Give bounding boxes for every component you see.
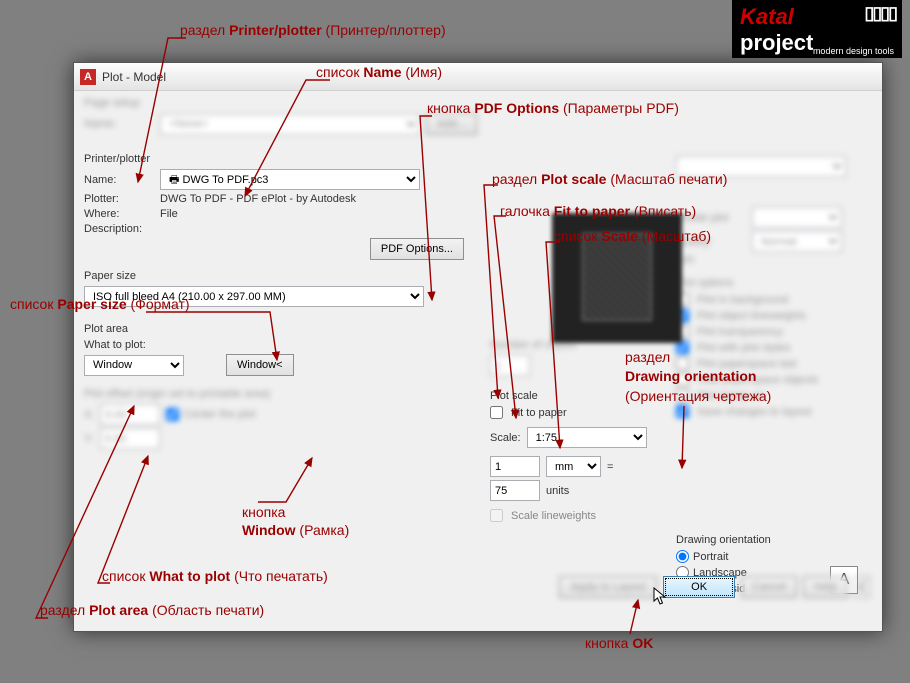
scale-lineweights-checkbox — [490, 509, 503, 522]
anno-name-list: список Name (Имя) — [316, 64, 442, 80]
description-label: Description: — [84, 223, 154, 235]
name-label: Name: — [84, 174, 154, 186]
scale-denominator-input[interactable] — [490, 480, 540, 501]
printer-name-select[interactable]: 🖶 DWG To PDF.pc3 — [160, 169, 420, 190]
right-blurred-panel: Shade plot QualityNormal DPI Plot option… — [676, 156, 866, 426]
anno-ok-button: кнопка OK — [585, 635, 653, 651]
window-button[interactable]: Window< — [226, 354, 294, 376]
plot-area-section-label: Plot area — [84, 323, 474, 335]
portrait-label: Portrait — [693, 551, 728, 563]
shade-plot-select[interactable] — [752, 207, 842, 228]
units-label: units — [546, 485, 569, 497]
fit-to-paper-checkbox[interactable] — [490, 406, 503, 419]
anno-scale-list: список Scale (Масштаб) — [554, 228, 711, 244]
cancel-button[interactable]: Cancel — [741, 576, 797, 598]
scale-label: Scale: — [490, 432, 521, 444]
logo-brand-2: project — [740, 30, 813, 55]
katal-project-logo: Katal▯▯▯▯ project modern design tools — [732, 0, 902, 55]
plot-dialog: A Plot - Model Page setup Name: <None> A… — [73, 62, 883, 632]
anno-what-to-plot: список What to plot (Что печатать) — [102, 568, 328, 584]
where-label: Where: — [84, 208, 154, 220]
what-to-plot-select[interactable]: Window — [84, 355, 184, 376]
printer-plotter-section-label: Printer/plotter — [84, 153, 474, 165]
where-value: File — [160, 208, 178, 220]
orientation-section-label: Drawing orientation — [676, 534, 866, 546]
help-button[interactable]: Help — [803, 576, 848, 598]
center-plot-checkbox[interactable] — [166, 408, 179, 421]
quality-select[interactable]: Normal — [752, 231, 842, 252]
portrait-radio[interactable] — [676, 550, 689, 563]
logo-brand-1: Katal — [740, 4, 794, 29]
dialog-title: Plot - Model — [102, 70, 166, 84]
anno-window-1: кнопка — [242, 504, 285, 520]
titlebar[interactable]: A Plot - Model — [74, 63, 882, 91]
autocad-app-icon: A — [80, 69, 96, 85]
offset-x-input[interactable] — [100, 404, 160, 425]
add-button[interactable]: Add... — [426, 113, 477, 135]
scale-lineweights-label: Scale lineweights — [511, 510, 596, 522]
fit-to-paper-label: Fit to paper — [511, 407, 567, 419]
anno-window-2: Window (Рамка) — [242, 522, 349, 538]
unit-select[interactable]: mm — [546, 456, 601, 477]
opt-savechanges-checkbox[interactable] — [676, 405, 689, 418]
plot-offset-section: Plot offset (origin set to printable are… — [84, 388, 474, 449]
ok-button[interactable]: OK — [663, 576, 735, 598]
scale-select[interactable]: 1:75 — [527, 427, 647, 448]
anno-fit-paper: галочка Fit to paper (Вписать) — [500, 203, 696, 219]
scale-numerator-input[interactable] — [490, 456, 540, 477]
anno-orient-1: раздел — [625, 349, 670, 365]
anno-pdf-options: кнопка PDF Options (Параметры PDF) — [427, 100, 679, 116]
plotter-value: DWG To PDF - PDF ePlot - by Autodesk — [160, 193, 356, 205]
anno-plot-scale: раздел Plot scale (Масштаб печати) — [492, 171, 727, 187]
anno-paper-size: список Paper size (Формат) — [10, 296, 190, 312]
page-setup-name-select[interactable]: <None> — [160, 114, 420, 135]
expand-icon[interactable]: ❮ — [854, 576, 870, 598]
equals-text: = — [607, 461, 613, 473]
anno-plot-area: раздел Plot area (Область печати) — [40, 602, 264, 618]
anno-orient-2: Drawing orientation — [625, 368, 756, 384]
logo-subtitle: modern design tools — [813, 46, 894, 56]
pdf-options-button[interactable]: PDF Options... — [370, 238, 464, 260]
anno-orient-3: (Ориентация чертежа) — [625, 388, 771, 404]
plotter-label: Plotter: — [84, 193, 154, 205]
offset-y-input[interactable] — [100, 428, 160, 449]
anno-printer-plotter: раздел Printer/plotter (Принтер/плоттер) — [180, 22, 446, 38]
apply-to-layout-button[interactable]: Apply to Layout — [559, 576, 657, 598]
what-to-plot-label: What to plot: — [84, 339, 474, 351]
paper-size-section-label: Paper size — [84, 270, 474, 282]
copies-input[interactable] — [490, 355, 530, 376]
